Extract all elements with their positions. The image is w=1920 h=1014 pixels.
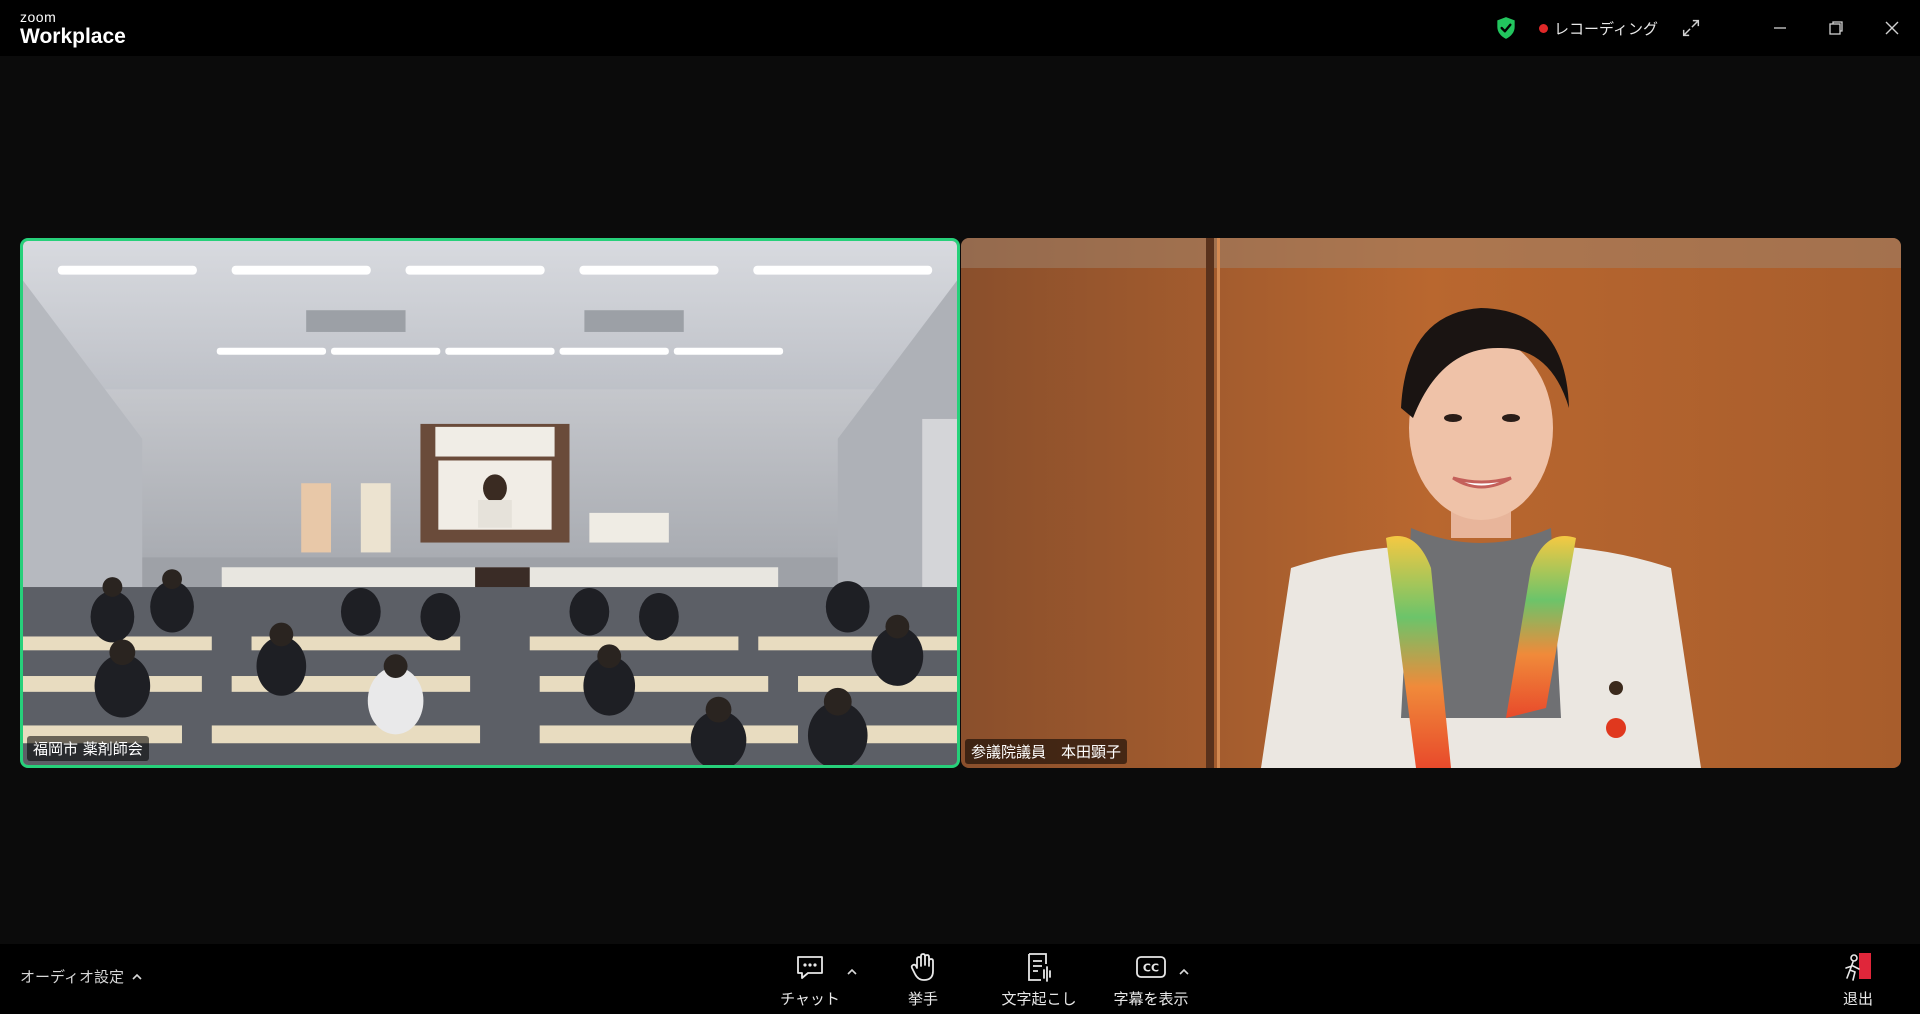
brand-small: zoom xyxy=(20,9,57,25)
transcript-button[interactable]: 文字起こし xyxy=(994,950,1084,1009)
transcript-icon xyxy=(1028,953,1051,982)
chevron-up-icon xyxy=(132,973,142,980)
video-tile-meeting-room[interactable]: 福岡市 薬剤師会 xyxy=(20,238,960,768)
restore-button[interactable] xyxy=(1808,0,1864,56)
chat-options-chevron-up-icon[interactable] xyxy=(846,966,858,978)
meeting-room-video xyxy=(23,241,957,765)
app-logo: zoom Workplace xyxy=(20,10,126,47)
meeting-toolbar: オーディオ設定 チャット 挙手 文字起こし CC 字幕を表示 退出 xyxy=(0,944,1920,1014)
title-bar: zoom Workplace レコーディング xyxy=(0,0,1920,56)
captions-button[interactable]: CC 字幕を表示 xyxy=(1106,950,1196,1009)
speaker-video xyxy=(961,238,1901,768)
hand-icon xyxy=(910,953,934,981)
recording-indicator[interactable]: レコーディング xyxy=(1539,18,1658,39)
recording-dot-icon xyxy=(1539,23,1549,33)
captions-label: 字幕を表示 xyxy=(1113,990,1189,1008)
leave-door-icon xyxy=(1845,953,1871,981)
transcript-label: 文字起こし xyxy=(1001,990,1077,1008)
audio-settings-button[interactable]: オーディオ設定 xyxy=(20,966,142,987)
restore-icon xyxy=(1829,21,1843,35)
recording-label: レコーディング xyxy=(1554,19,1658,38)
chat-icon xyxy=(797,956,823,979)
close-icon xyxy=(1885,21,1899,35)
minimize-icon xyxy=(1774,27,1786,29)
participant-name-tag: 参議院議員 本田顕子 xyxy=(965,739,1128,764)
fullscreen-icon[interactable] xyxy=(1680,17,1702,39)
raise-hand-label: 挙手 xyxy=(907,990,938,1008)
leave-label: 退出 xyxy=(1842,990,1873,1008)
brand-big: Workplace xyxy=(20,25,126,48)
chat-label: チャット xyxy=(780,990,840,1008)
close-button[interactable] xyxy=(1864,0,1920,56)
captions-options-chevron-up-icon[interactable] xyxy=(1178,966,1190,978)
chat-button[interactable]: チャット xyxy=(765,950,855,1009)
audio-settings-label: オーディオ設定 xyxy=(20,968,124,986)
closed-captions-icon: CC xyxy=(1136,956,1166,978)
video-tile-speaker[interactable]: 参議院議員 本田顕子 xyxy=(961,238,1901,768)
svg-text:CC: CC xyxy=(1143,962,1159,975)
raise-hand-button[interactable]: 挙手 xyxy=(878,950,968,1009)
participant-name-tag: 福岡市 薬剤師会 xyxy=(27,736,149,761)
leave-button[interactable]: 退出 xyxy=(1814,950,1902,1009)
encryption-shield-icon[interactable] xyxy=(1493,15,1519,41)
minimize-button[interactable] xyxy=(1752,0,1808,56)
